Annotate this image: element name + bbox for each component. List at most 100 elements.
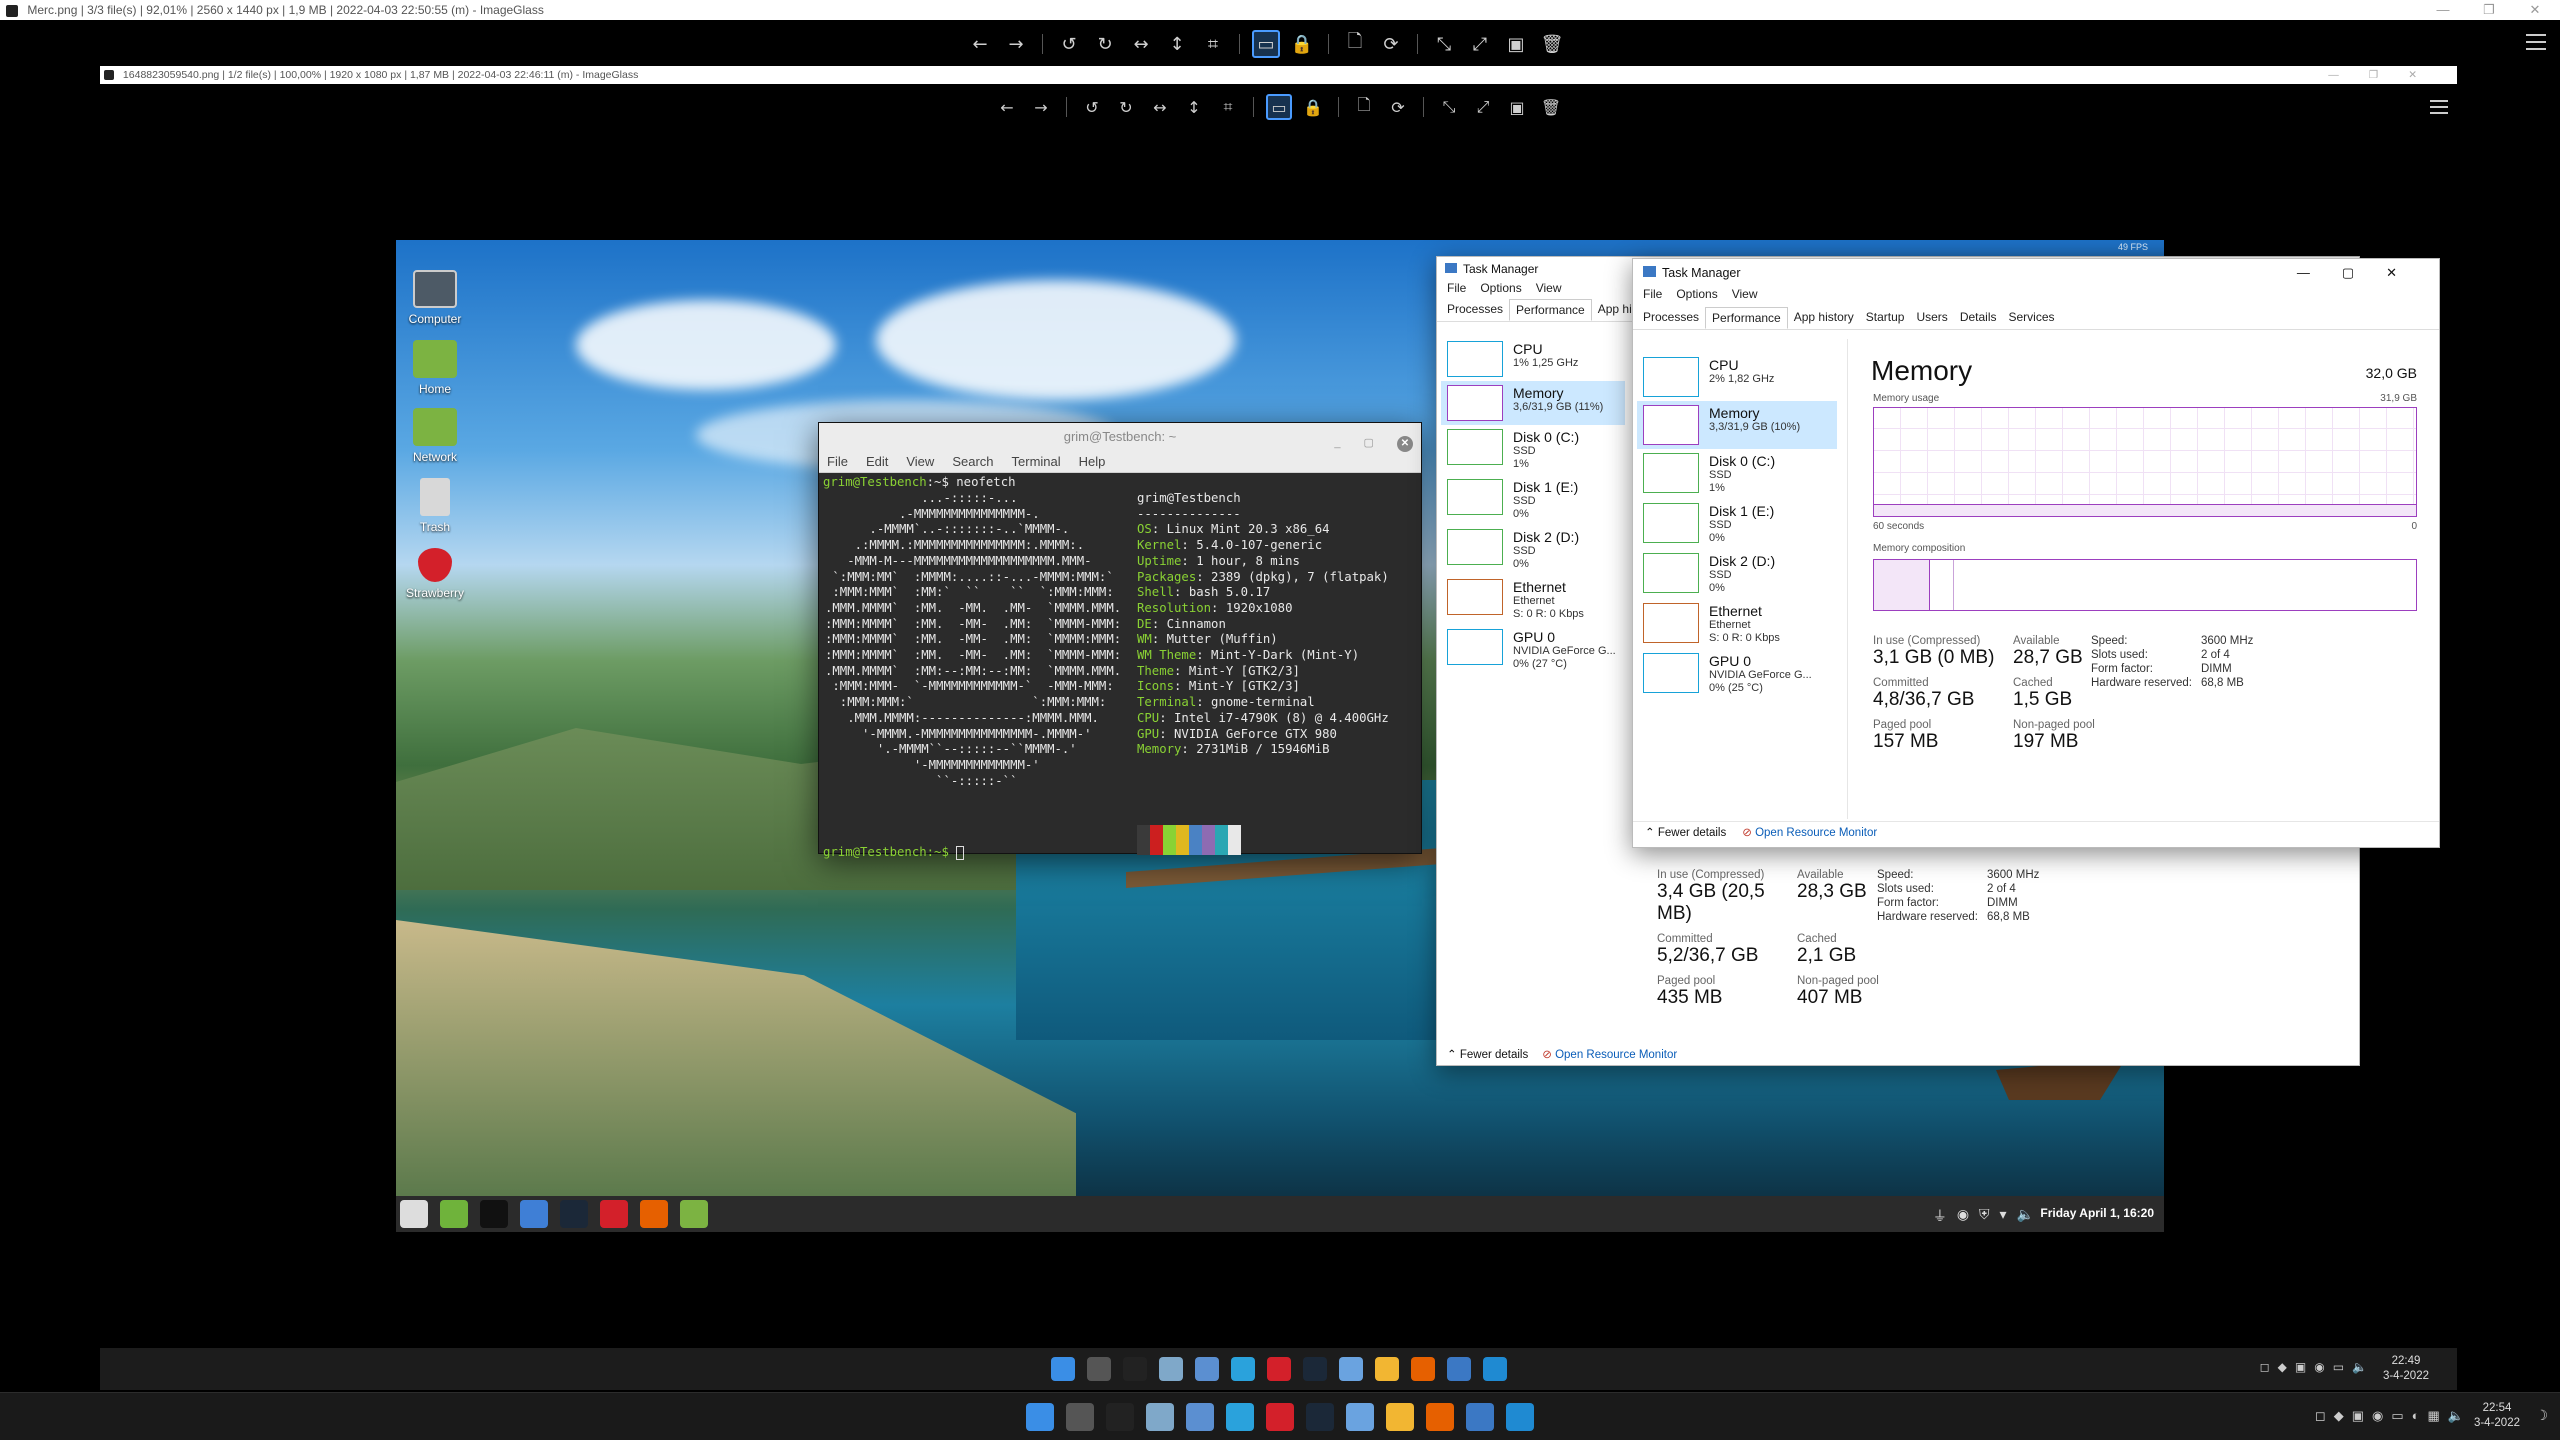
flip-horizontal-icon[interactable]: ↔ (1147, 94, 1173, 120)
notepad-icon[interactable] (1338, 1357, 1363, 1381)
tm-tab[interactable]: Performance (1705, 307, 1788, 329)
open-resource-monitor-link[interactable]: ⊘ Open Resource Monitor (1542, 1047, 1677, 1061)
refresh-icon[interactable]: ⟳ (1377, 30, 1405, 58)
perf-item-disk-0-c-[interactable]: Disk 0 (C:) SSD 1% (1637, 449, 1837, 499)
zoom-fit-icon[interactable]: ⤡ (1436, 94, 1462, 120)
lock-icon[interactable]: 🔒 (1288, 30, 1316, 58)
terminal-menu-item[interactable]: Help (1079, 454, 1106, 469)
start-icon[interactable] (1026, 1402, 1054, 1431)
tm-tab[interactable]: Performance (1509, 299, 1592, 321)
telegram-icon[interactable] (1230, 1357, 1255, 1381)
notes-icon[interactable] (520, 1200, 548, 1228)
perf-item-gpu-0[interactable]: GPU 0 NVIDIA GeForce G... 0% (27 °C) (1441, 625, 1625, 675)
zoom-fit-icon[interactable]: ⤡ (1430, 30, 1458, 58)
shield-icon[interactable]: ⛨ (1979, 1206, 1990, 1226)
rotate-right-icon[interactable]: ↻ (1113, 94, 1139, 120)
flip-horizontal-icon[interactable]: ↔ (1127, 30, 1155, 58)
slideshow-icon[interactable]: ▣ (1504, 94, 1530, 120)
volume-icon[interactable]: 🔈 (2448, 1408, 2464, 1424)
tm-tab[interactable]: Processes (1441, 299, 1509, 321)
perf-item-cpu[interactable]: CPU 1% 1,25 GHz (1441, 337, 1625, 381)
task-manager-icon[interactable] (1466, 1402, 1494, 1431)
tray-icon[interactable]: ▭ (2391, 1408, 2403, 1424)
fullscreen-icon[interactable]: ⤢ (1470, 94, 1496, 120)
tray-icon[interactable]: ◐ (2412, 1408, 2420, 1424)
outer-clock[interactable]: 22:54 3-4-2022 (2474, 1401, 2520, 1431)
perf-item-ethernet[interactable]: Ethernet Ethernet S: 0 R: 0 Kbps (1441, 575, 1625, 625)
network-icon[interactable]: ▾ (2000, 1206, 2007, 1226)
crop-icon[interactable]: ⌗ (1215, 94, 1241, 120)
close-button[interactable]: ✕ (2512, 0, 2558, 20)
crop-icon[interactable]: ⌗ (1199, 30, 1227, 58)
rotate-left-icon[interactable]: ↺ (1055, 30, 1083, 58)
fewer-details-button[interactable]: ⌃ Fewer details (1645, 825, 1726, 839)
inner-menu-icon[interactable] (2430, 100, 2448, 114)
forward-icon[interactable]: → (1002, 30, 1030, 58)
tm-tab[interactable]: App history (1788, 307, 1860, 329)
imageglass-icon[interactable] (1146, 1402, 1174, 1431)
terminal-body[interactable]: grim@Testbench:~$ neofetch ...-:::::-...… (819, 473, 1421, 860)
tray-icon[interactable]: ▣ (2352, 1408, 2364, 1424)
tm-menu-item[interactable]: File (1643, 287, 1662, 301)
task-manager-icon[interactable] (1446, 1357, 1471, 1381)
minimize-button[interactable]: — (2420, 0, 2466, 20)
terminal-menu-item[interactable]: File (827, 454, 848, 469)
notepad-icon[interactable] (1346, 1402, 1374, 1431)
visual-studio-code-icon[interactable] (1482, 1357, 1507, 1381)
open-resource-monitor-link[interactable]: ⊘ Open Resource Monitor (1742, 825, 1877, 839)
tm-tab[interactable]: Services (2003, 307, 2061, 329)
start-icon[interactable] (1050, 1357, 1075, 1381)
tray-icon[interactable]: ◻ (2315, 1408, 2326, 1424)
notification-icon[interactable]: ☽ (2535, 1407, 2548, 1424)
perf-item-ethernet[interactable]: Ethernet Ethernet S: 0 R: 0 Kbps (1637, 599, 1837, 649)
tray-icon[interactable]: ◉ (2314, 1360, 2324, 1374)
desktop-icon-trash[interactable]: Trash (390, 478, 480, 534)
terminal-icon[interactable] (480, 1200, 508, 1228)
tray-icon[interactable]: ▭ (2333, 1360, 2344, 1374)
tray-icon[interactable]: ◉ (2372, 1408, 2383, 1424)
fullscreen-icon[interactable]: ⤢ (1466, 30, 1494, 58)
tray-icon[interactable]: ◆ (2278, 1360, 2287, 1374)
files-icon[interactable] (440, 1200, 468, 1228)
perf-item-memory[interactable]: Memory 3,3/31,9 GB (10%) (1637, 401, 1837, 449)
tm-menu-item[interactable]: View (1536, 281, 1562, 295)
file-explorer-icon[interactable] (1386, 1402, 1414, 1431)
steam-tray-icon[interactable]: ◉ (1957, 1206, 1969, 1226)
rotate-right-icon[interactable]: ↻ (1091, 30, 1119, 58)
usb-icon[interactable]: ⏚ (1933, 1206, 1947, 1226)
fit-window-icon[interactable]: ▭ (1252, 30, 1280, 58)
linux-clock[interactable]: Friday April 1, 16:20 (2040, 1206, 2154, 1220)
terminal-close-button[interactable]: ✕ (1397, 436, 1413, 452)
inner-clock[interactable]: 22:49 3-4-2022 (2383, 1354, 2429, 1384)
tm-menu-item[interactable]: File (1447, 281, 1466, 295)
terminal-menu-item[interactable]: Terminal (1012, 454, 1061, 469)
visual-studio-code-icon[interactable] (1506, 1402, 1534, 1431)
perf-item-gpu-0[interactable]: GPU 0 NVIDIA GeForce G... 0% (25 °C) (1637, 649, 1837, 699)
delete-icon[interactable]: 🗑 (1538, 30, 1566, 58)
tm-menu-item[interactable]: View (1732, 287, 1758, 301)
desktop-icon-computer[interactable]: Computer (390, 270, 480, 326)
steam-icon[interactable] (1302, 1357, 1327, 1381)
refresh-icon[interactable]: ⟳ (1385, 94, 1411, 120)
desktop-icon-strawberry[interactable]: Strawberry (390, 548, 480, 600)
tm-tab[interactable]: Users (1910, 307, 1953, 329)
tm-tab[interactable]: Processes (1637, 307, 1705, 329)
tray-icon[interactable]: ◆ (2334, 1408, 2344, 1424)
strawberry-icon[interactable] (1266, 1402, 1294, 1431)
flip-vertical-icon[interactable]: ↕ (1181, 94, 1207, 120)
delete-icon[interactable]: 🗑 (1538, 94, 1564, 120)
desktop-icon-network[interactable]: Network (390, 408, 480, 464)
open-file-icon[interactable]: 🗋 (1351, 94, 1377, 120)
volume-icon[interactable]: 🔈 (2017, 1206, 2034, 1226)
perf-item-disk-2-d-[interactable]: Disk 2 (D:) SSD 0% (1637, 549, 1837, 599)
back-icon[interactable]: ← (994, 94, 1020, 120)
tray-icon[interactable]: ▣ (2295, 1360, 2306, 1374)
file-explorer-icon[interactable] (1374, 1357, 1399, 1381)
flip-vertical-icon[interactable]: ↕ (1163, 30, 1191, 58)
tray-icon[interactable]: ◻ (2260, 1360, 2270, 1374)
terminal-menu-item[interactable]: Edit (866, 454, 888, 469)
outer-menu-icon[interactable] (2526, 34, 2546, 50)
mint-menu-icon[interactable] (400, 1200, 428, 1228)
perf-item-disk-0-c-[interactable]: Disk 0 (C:) SSD 1% (1441, 425, 1625, 475)
tm-tab[interactable]: Details (1954, 307, 2003, 329)
